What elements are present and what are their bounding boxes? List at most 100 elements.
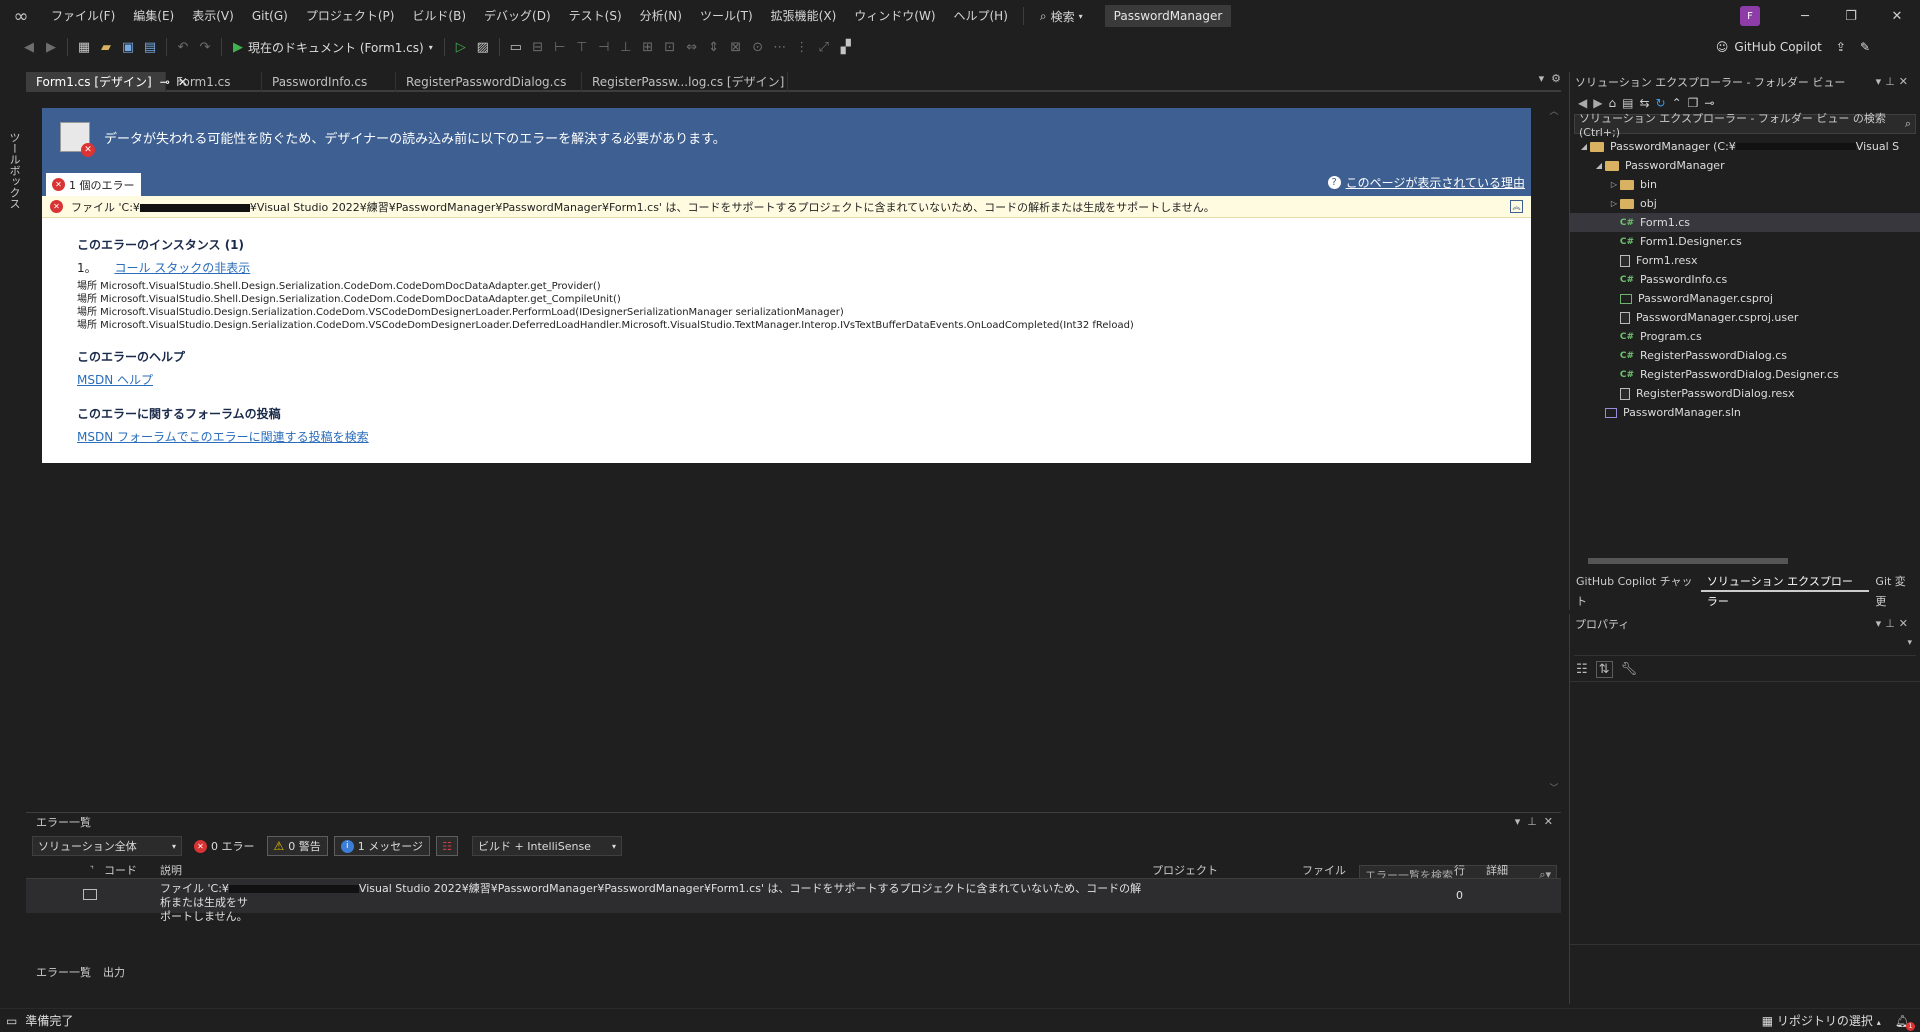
column-description[interactable]: 説明: [160, 862, 182, 878]
bring-to-front-icon[interactable]: ⤢: [813, 36, 835, 58]
error-count-tab[interactable]: ✕ 1 個のエラー: [46, 173, 141, 196]
document-tab[interactable]: Form1.cs [デザイン] ⊸ ✕: [26, 72, 188, 92]
scope-dropdown[interactable]: ソリューション全体 ▾: [32, 836, 182, 856]
msdn-help-link[interactable]: MSDN ヘルプ: [77, 371, 1531, 388]
document-tab[interactable]: RegisterPassw...log.cs [デザイン]: [582, 72, 788, 92]
toolbox-tab[interactable]: ツールボックス: [6, 132, 22, 209]
panel-tab[interactable]: GitHub Copilot チャット: [1570, 572, 1701, 608]
save-all-icon[interactable]: ▤: [139, 36, 161, 58]
menu-item[interactable]: 編集(E): [124, 0, 183, 32]
open-file-icon[interactable]: ▰: [95, 36, 117, 58]
align-center-icon[interactable]: ⊤: [571, 36, 593, 58]
align-top-icon[interactable]: ⊥: [615, 36, 637, 58]
tree-item[interactable]: Form1.resx: [1570, 251, 1920, 270]
expanded-arrow-icon[interactable]: ◢: [1578, 142, 1590, 151]
tree-item[interactable]: C# PasswordInfo.cs: [1570, 270, 1920, 289]
column-line[interactable]: 行: [1454, 862, 1465, 878]
tree-item[interactable]: C# Form1.Designer.cs: [1570, 232, 1920, 251]
menu-item[interactable]: Git(G): [243, 0, 297, 32]
zoom-icon[interactable]: ⊙: [747, 36, 769, 58]
property-pages-icon[interactable]: 🔧︎: [1621, 662, 1638, 677]
menu-item[interactable]: ツール(T): [691, 0, 762, 32]
forward-icon[interactable]: ▶: [1593, 96, 1602, 110]
redo-icon[interactable]: ↷: [194, 36, 216, 58]
make-same-width-icon[interactable]: ⇔: [681, 36, 703, 58]
tree-item[interactable]: RegisterPasswordDialog.resx: [1570, 384, 1920, 403]
categorized-icon[interactable]: ☷: [1576, 662, 1588, 677]
restore-button[interactable]: ❐: [1828, 0, 1874, 32]
scroll-down-icon[interactable]: ﹀: [1547, 781, 1561, 794]
column-project[interactable]: プロジェクト: [1152, 862, 1218, 878]
panel-controls[interactable]: ▾⊥✕: [1876, 75, 1912, 88]
column-code[interactable]: コード: [104, 862, 137, 878]
visual-studio-logo-icon[interactable]: ∞: [0, 0, 42, 32]
minimize-button[interactable]: ─: [1782, 0, 1828, 32]
undo-icon[interactable]: ↶: [172, 36, 194, 58]
back-icon[interactable]: ◀: [1578, 96, 1587, 110]
hide-callstack-link[interactable]: コール スタックの非表示: [114, 261, 250, 275]
menu-item[interactable]: 表示(V): [183, 0, 243, 32]
status-output-icon[interactable]: ▭: [6, 1014, 17, 1028]
browse-icon[interactable]: ▨: [472, 36, 494, 58]
msdn-forum-link[interactable]: MSDN フォーラムでこのエラーに関連する投稿を検索: [77, 428, 1531, 445]
send-to-back-icon[interactable]: ▞: [835, 36, 857, 58]
bottom-panel-tab[interactable]: 出力: [103, 964, 125, 980]
feedback-icon[interactable]: ✎: [1860, 40, 1870, 54]
tree-item[interactable]: C# Program.cs: [1570, 327, 1920, 346]
home-icon[interactable]: ⌂: [1608, 96, 1616, 110]
column-file[interactable]: ファイル: [1302, 862, 1346, 878]
tree-item[interactable]: ◢ PasswordManager (C:¥ Visual S: [1570, 137, 1920, 156]
sync-icon[interactable]: ⇆: [1639, 96, 1649, 110]
make-same-height-icon[interactable]: ⇕: [703, 36, 725, 58]
scrollbar-thumb[interactable]: [1588, 558, 1788, 564]
menu-item[interactable]: 拡張機能(X): [762, 0, 846, 32]
document-tab[interactable]: RegisterPasswordDialog.cs: [396, 72, 582, 92]
navigate-back-icon[interactable]: ◀: [18, 36, 40, 58]
copy-icon[interactable]: ❐: [1688, 96, 1699, 110]
errors-filter-button[interactable]: ✕ 0 エラー: [188, 836, 261, 856]
tree-item[interactable]: C# RegisterPasswordDialog.cs: [1570, 346, 1920, 365]
build-filter-dropdown[interactable]: ビルド + IntelliSense ▾: [472, 836, 623, 856]
tree-item[interactable]: PasswordManager.sln: [1570, 403, 1920, 422]
filter-icon[interactable]: ☷: [436, 836, 459, 856]
panel-controls[interactable]: ▾ ⊥ ✕: [1515, 815, 1553, 828]
menu-item[interactable]: ビルド(B): [403, 0, 475, 32]
horizontal-spacing-icon[interactable]: ⋯: [769, 36, 791, 58]
collapse-icon[interactable]: ︽: [1510, 200, 1523, 213]
menu-item[interactable]: テスト(S): [560, 0, 631, 32]
profile-avatar[interactable]: F: [1740, 6, 1760, 26]
tree-item[interactable]: ◢ PasswordManager: [1570, 156, 1920, 175]
size-to-grid-icon[interactable]: ⊠: [725, 36, 747, 58]
tree-item[interactable]: C# Form1.cs: [1570, 213, 1920, 232]
scroll-up-icon[interactable]: ︿: [1547, 104, 1561, 117]
document-tab[interactable]: Form1.cs: [166, 72, 262, 92]
align-bottom-icon[interactable]: ⊡: [659, 36, 681, 58]
menu-item[interactable]: 分析(N): [631, 0, 691, 32]
start-without-debugging-icon[interactable]: ▷: [450, 36, 472, 58]
align-left-icon[interactable]: ⊢: [549, 36, 571, 58]
github-copilot-button[interactable]: ☺ GitHub Copilot ⇪ ✎: [1716, 40, 1870, 54]
tree-item[interactable]: PasswordManager.csproj.user: [1570, 308, 1920, 327]
switch-views-icon[interactable]: ▤: [1622, 96, 1633, 110]
tree-item[interactable]: ▷ bin: [1570, 175, 1920, 194]
tree-item[interactable]: ▷ obj: [1570, 194, 1920, 213]
align-icon[interactable]: ⊟: [527, 36, 549, 58]
solution-explorer-search-input[interactable]: ソリューション エクスプローラー - フォルダー ビュー の検索 (Ctrl+;…: [1574, 112, 1916, 139]
align-right-icon[interactable]: ⊣: [593, 36, 615, 58]
expanded-arrow-icon[interactable]: ◢: [1593, 161, 1605, 170]
close-window-button[interactable]: ✕: [1874, 0, 1920, 32]
collapse-all-icon[interactable]: ⌃: [1672, 96, 1682, 110]
new-project-icon[interactable]: ▦: [73, 36, 95, 58]
start-debugging-button[interactable]: ▶ 現在のドキュメント (Form1.cs) ▾: [227, 36, 439, 58]
panel-tab[interactable]: ソリューション エクスプローラー: [1700, 572, 1870, 608]
search-menu[interactable]: ⌕ 検索 ▾: [1030, 8, 1093, 25]
vertical-spacing-icon[interactable]: ⋮: [791, 36, 813, 58]
menu-item[interactable]: ヘルプ(H): [945, 0, 1017, 32]
bottom-panel-tab[interactable]: エラー一覧: [36, 964, 91, 980]
table-row[interactable]: ファイル 'C:¥ Visual Studio 2022¥練習¥PasswordM…: [26, 879, 1561, 923]
layout-icon[interactable]: ▭: [505, 36, 527, 58]
save-icon[interactable]: ▣: [117, 36, 139, 58]
menu-item[interactable]: ファイル(F): [42, 0, 124, 32]
designer-scrollbar[interactable]: ︿ ﹀: [1547, 104, 1561, 794]
warnings-filter-button[interactable]: ⚠ 0 警告: [266, 836, 328, 856]
